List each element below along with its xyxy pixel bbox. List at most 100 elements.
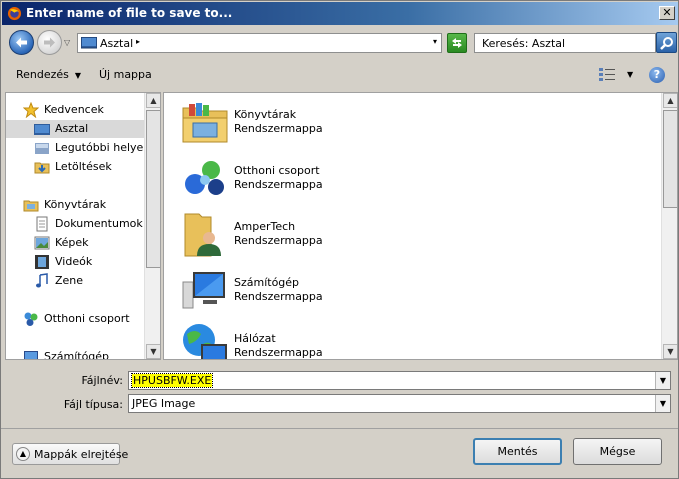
title-bar: Enter name of file to save to... ✕: [2, 2, 678, 25]
scroll-up-button[interactable]: ▲: [663, 93, 677, 108]
file-name: Könyvtárak: [234, 108, 297, 121]
homegroup-icon: [185, 161, 224, 195]
nav-scrollbar[interactable]: ▲ ▼: [144, 93, 160, 359]
address-current-location[interactable]: Asztal: [100, 37, 133, 50]
forward-button[interactable]: [37, 30, 62, 55]
scroll-up-icon: ▲: [667, 96, 674, 105]
new-folder-label: Új mappa: [99, 68, 152, 81]
nav-item-label: Asztal: [55, 122, 89, 135]
address-dropdown-icon[interactable]: ▾: [433, 37, 437, 46]
nav-item-pictures[interactable]: Képek: [6, 234, 146, 252]
close-icon: ✕: [662, 6, 672, 19]
computer-icon: [24, 351, 38, 359]
file-name: Számítógép: [234, 276, 300, 289]
save-button[interactable]: Mentés: [473, 438, 562, 465]
filetype-value: JPEG Image: [132, 397, 196, 410]
nav-item-videos[interactable]: Videók: [6, 253, 146, 271]
firefox-icon: [7, 6, 22, 21]
search-button[interactable]: [656, 32, 677, 53]
organize-button[interactable]: Rendezés ▼: [16, 68, 81, 81]
nav-item-label: Zene: [55, 274, 84, 287]
address-bar[interactable]: Asztal ▸ ▾: [77, 33, 442, 53]
address-row: ▽ Asztal ▸ ▾ Keresés: Asztal: [1, 26, 678, 60]
chevron-down-icon: ▼: [659, 399, 667, 408]
file-item-homegroup[interactable]: Otthoni csoport Rendszermappa: [181, 154, 481, 206]
scroll-down-icon: ▼: [150, 347, 157, 356]
scroll-down-button[interactable]: ▼: [663, 344, 677, 359]
libraries-folder-icon: [182, 103, 228, 143]
nav-item-documents[interactable]: Dokumentumok: [6, 215, 146, 233]
nav-item-favorites[interactable]: Kedvencek: [6, 101, 146, 119]
nav-item-label: Legutóbbi helyek: [55, 141, 150, 154]
downloads-icon: [34, 162, 50, 174]
cancel-button-label: Mégse: [599, 445, 636, 458]
help-button[interactable]: ?: [649, 67, 665, 83]
nav-item-music[interactable]: Zene: [6, 272, 146, 290]
command-toolbar: Rendezés ▼ Új mappa ▼ ?: [2, 61, 679, 89]
file-type: Rendszermappa: [234, 234, 323, 247]
nav-item-label: Videók: [55, 255, 93, 268]
file-item-network[interactable]: Hálózat Rendszermappa: [181, 322, 481, 359]
filetype-select[interactable]: JPEG Image ▼: [128, 394, 671, 413]
search-placeholder: Keresés: Asztal: [482, 37, 566, 50]
refresh-icon: [452, 38, 462, 48]
nav-item-homegroup[interactable]: Otthoni csoport: [6, 310, 146, 328]
new-folder-button[interactable]: Új mappa: [99, 68, 152, 81]
view-dropdown-icon[interactable]: ▼: [627, 70, 633, 79]
recent-pages-dropdown[interactable]: ▽: [64, 38, 70, 47]
nav-item-recent-places[interactable]: Legutóbbi helyek: [6, 139, 150, 157]
save-dialog: Enter name of file to save to... ✕ ▽ Asz…: [0, 0, 679, 479]
scroll-down-button[interactable]: ▼: [146, 344, 160, 359]
videos-icon: [35, 255, 49, 269]
nav-item-computer[interactable]: Számítógép: [6, 348, 146, 360]
scroll-down-icon: ▼: [667, 347, 674, 356]
view-options-icon[interactable]: [598, 67, 616, 83]
file-item-libraries[interactable]: Könyvtárak Rendszermappa: [181, 98, 481, 150]
nav-item-downloads[interactable]: Letöltések: [6, 158, 146, 176]
scroll-up-icon: ▲: [150, 96, 157, 105]
file-type: Rendszermappa: [234, 178, 323, 191]
file-list-scrollbar-thumb[interactable]: [663, 110, 677, 208]
nav-scrollbar-thumb[interactable]: [146, 110, 160, 268]
refresh-button[interactable]: [447, 33, 467, 53]
desktop-icon: [81, 37, 97, 49]
file-list-scrollbar[interactable]: ▲ ▼: [661, 93, 677, 359]
search-input[interactable]: Keresés: Asztal: [474, 33, 656, 53]
file-name: Otthoni csoport: [234, 164, 320, 177]
back-arrow-icon: [16, 37, 27, 48]
window-title: Enter name of file to save to...: [26, 6, 233, 20]
scroll-up-button[interactable]: ▲: [146, 93, 160, 108]
homegroup-icon: [24, 312, 38, 326]
save-button-label: Mentés: [497, 445, 538, 458]
network-icon: [183, 324, 227, 359]
file-name: AmperTech: [234, 220, 296, 233]
hide-folders-button[interactable]: ▲ Mappák elrejtése: [12, 443, 128, 465]
filename-field[interactable]: HPUSBFW.EXE ▼: [128, 371, 671, 390]
file-item-ampertech[interactable]: AmperTech Rendszermappa: [181, 210, 481, 262]
nav-item-label: Számítógép: [44, 350, 110, 360]
search-icon: [660, 37, 673, 50]
collapse-arrow-icon: ▲: [16, 447, 30, 461]
back-button[interactable]: [9, 30, 34, 55]
filetype-dropdown-button[interactable]: ▼: [655, 395, 670, 412]
music-icon: [36, 273, 48, 288]
separator: [1, 428, 678, 429]
close-button[interactable]: ✕: [659, 6, 675, 20]
pictures-icon: [34, 236, 50, 250]
cancel-button[interactable]: Mégse: [573, 438, 662, 465]
nav-item-label: Otthoni csoport: [44, 312, 130, 325]
filename-selected-text: HPUSBFW.EXE: [130, 373, 214, 388]
file-type: Rendszermappa: [234, 122, 323, 135]
filename-value[interactable]: HPUSBFW.EXE: [130, 373, 214, 388]
help-icon: ?: [653, 68, 661, 81]
nav-item-libraries[interactable]: Könyvtárak: [6, 196, 146, 214]
organize-label: Rendezés: [16, 68, 69, 81]
filename-dropdown-button[interactable]: ▼: [655, 372, 670, 389]
nav-item-desktop[interactable]: Asztal: [6, 120, 146, 138]
organize-dropdown-icon: ▼: [74, 71, 82, 80]
star-icon: [23, 102, 39, 118]
breadcrumb-chevron-icon[interactable]: ▸: [136, 37, 140, 46]
file-item-computer[interactable]: Számítógép Rendszermappa: [181, 266, 481, 318]
desktop-icon: [34, 124, 50, 135]
file-type: Rendszermappa: [234, 290, 323, 303]
